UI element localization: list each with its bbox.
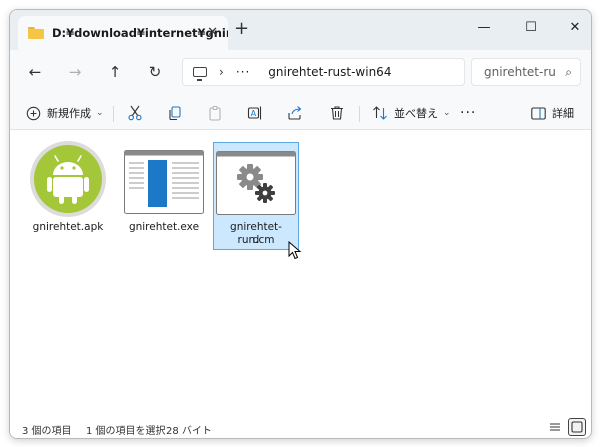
- breadcrumb-current-folder[interactable]: gnirehtet-rust-win64: [268, 65, 391, 79]
- selection-size: 28 バイト: [166, 426, 212, 437]
- sort-button[interactable]: 並べ替え ⌄: [372, 102, 451, 124]
- maximize-button[interactable]: ☐: [519, 20, 543, 35]
- chevron-down-icon: ⌄: [96, 108, 104, 118]
- rename-icon: A: [247, 106, 262, 120]
- sort-icon: [373, 106, 387, 120]
- details-pane-button[interactable]: 詳細: [531, 102, 574, 124]
- plus-circle-icon: [26, 106, 41, 120]
- sort-label: 並べ替え: [394, 107, 438, 120]
- details-label: 詳細: [552, 107, 574, 120]
- up-button[interactable]: ↑: [102, 60, 128, 84]
- file-name-line2: d: [252, 234, 260, 246]
- navigation-bar: ← → ↑ ↻ › ··· gnirehtet-rust-win64 gnire…: [10, 50, 591, 96]
- explorer-window: D:¥download¥internet¥gnireh ✕ + — ☐ ✕ ← …: [9, 9, 592, 439]
- selection-count: 1 個の項目を選択: [86, 426, 166, 437]
- details-view-icon: [550, 423, 560, 431]
- delete-icon: [331, 106, 343, 120]
- search-icon[interactable]: ⌕: [565, 65, 572, 80]
- file-item[interactable]: gnirehtet.exe: [121, 135, 207, 243]
- back-button[interactable]: ←: [22, 60, 48, 84]
- chevron-down-icon: ⌄: [443, 108, 451, 118]
- address-bar[interactable]: › ··· gnirehtet-rust-win64: [182, 58, 465, 86]
- tab-current-folder[interactable]: D:¥download¥internet¥gnireh ✕: [18, 16, 228, 50]
- breadcrumb-chevron[interactable]: ›: [219, 65, 224, 79]
- copy-button[interactable]: [167, 102, 183, 124]
- share-button[interactable]: [287, 102, 303, 124]
- divider: [359, 106, 360, 122]
- share-icon: [288, 106, 302, 120]
- delete-button[interactable]: [329, 102, 345, 124]
- rename-button[interactable]: A: [247, 102, 263, 124]
- title-bar: D:¥download¥internet¥gnireh ✕ + — ☐ ✕: [10, 10, 591, 50]
- search-input[interactable]: gnirehtet-ru ⌕: [471, 58, 581, 86]
- search-placeholder: gnirehtet-ru: [484, 65, 556, 79]
- file-item-selected[interactable]: gnirehtet-run.cm d: [213, 142, 299, 250]
- tab-close-button[interactable]: ✕: [207, 25, 218, 40]
- file-view[interactable]: gnirehtet.apk gnirehtet.exe gnirehtet-ru…: [10, 131, 591, 414]
- exe-window-icon: [124, 150, 204, 214]
- close-button[interactable]: ✕: [563, 20, 587, 35]
- breadcrumb-overflow[interactable]: ···: [236, 65, 250, 79]
- new-button[interactable]: 新規作成 ⌄: [26, 102, 104, 124]
- new-label: 新規作成: [47, 107, 91, 120]
- refresh-button[interactable]: ↻: [142, 60, 168, 84]
- android-icon: [30, 141, 106, 217]
- file-name: gnirehtet.apk: [32, 221, 104, 233]
- svg-text:A: A: [251, 109, 257, 118]
- more-options-button[interactable]: ···: [460, 102, 476, 124]
- folder-icon: [28, 27, 44, 39]
- paste-icon: [209, 105, 221, 121]
- command-bar: 新規作成 ⌄ A 並べ替え ⌄ ··· 詳細: [10, 96, 591, 130]
- paste-button[interactable]: [207, 102, 223, 124]
- details-pane-icon: [531, 106, 546, 120]
- mouse-pointer-icon: [288, 241, 302, 260]
- details-view-button[interactable]: [546, 418, 564, 436]
- status-bar: 3 個の項目 1 個の項目を選択 28 バイト: [10, 414, 591, 438]
- gears-icon: [216, 151, 296, 215]
- divider: [113, 106, 114, 122]
- forward-button[interactable]: →: [62, 60, 88, 84]
- tab-title: D:¥download¥internet¥gnireh: [52, 26, 228, 40]
- new-tab-button[interactable]: +: [234, 20, 249, 38]
- cut-icon: [128, 105, 142, 121]
- cut-button[interactable]: [127, 102, 143, 124]
- copy-icon: [169, 106, 181, 121]
- minimize-button[interactable]: —: [472, 20, 496, 35]
- file-item[interactable]: gnirehtet.apk: [25, 135, 111, 243]
- item-count: 3 個の項目: [22, 426, 72, 437]
- this-pc-icon[interactable]: [193, 67, 207, 81]
- large-icons-view-icon: [571, 421, 583, 433]
- large-icons-view-button[interactable]: [568, 418, 586, 436]
- file-name: gnirehtet.exe: [128, 221, 200, 233]
